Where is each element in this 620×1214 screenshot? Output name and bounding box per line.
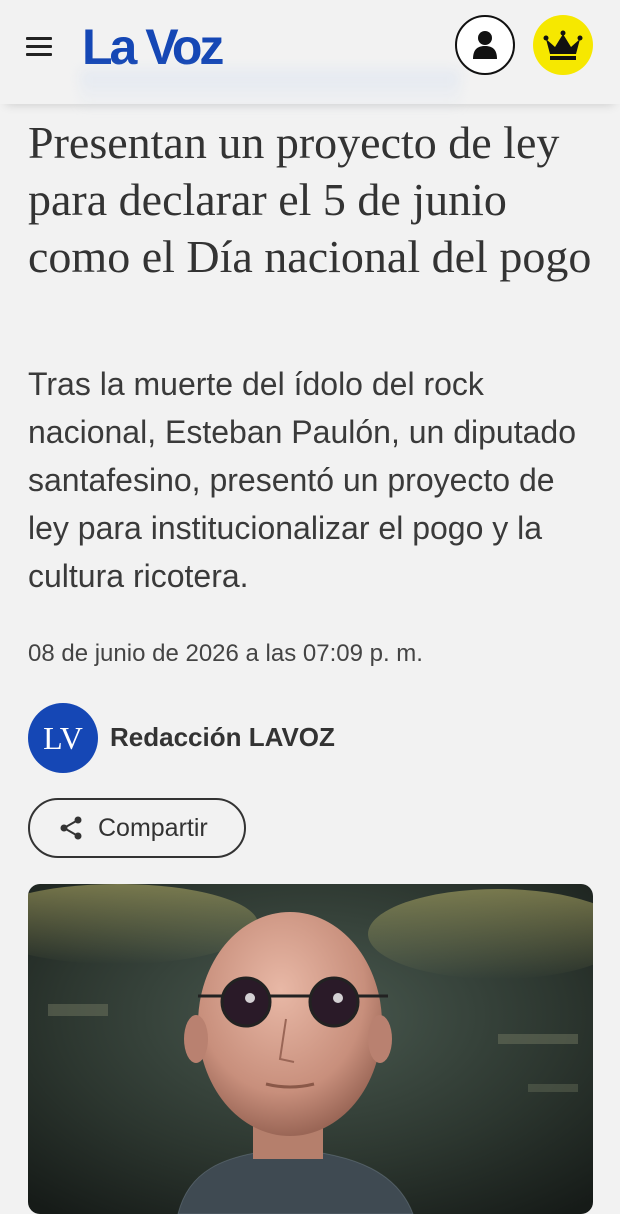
author-avatar[interactable]: LV xyxy=(28,703,98,773)
crown-icon xyxy=(543,30,583,60)
premium-button[interactable] xyxy=(533,15,593,75)
hamburger-menu-icon[interactable] xyxy=(26,32,54,58)
account-button[interactable] xyxy=(455,15,515,75)
article-photo xyxy=(28,884,593,1214)
article-lead: Tras la muerte del ídolo del rock nacion… xyxy=(28,366,576,594)
share-button[interactable]: Compartir xyxy=(28,798,246,858)
share-icon xyxy=(60,816,82,840)
article-title: Presentan un proyecto de ley para declar… xyxy=(28,117,592,282)
site-logo[interactable]: La Voz xyxy=(82,17,224,77)
share-label: Compartir xyxy=(98,813,208,842)
site-header: La Voz xyxy=(0,0,620,104)
article-date: 08 de junio de 2026 a las 07:09 p. m. xyxy=(28,640,423,667)
user-icon xyxy=(473,31,497,59)
author-name[interactable]: Redacción LAVOZ xyxy=(110,719,335,755)
